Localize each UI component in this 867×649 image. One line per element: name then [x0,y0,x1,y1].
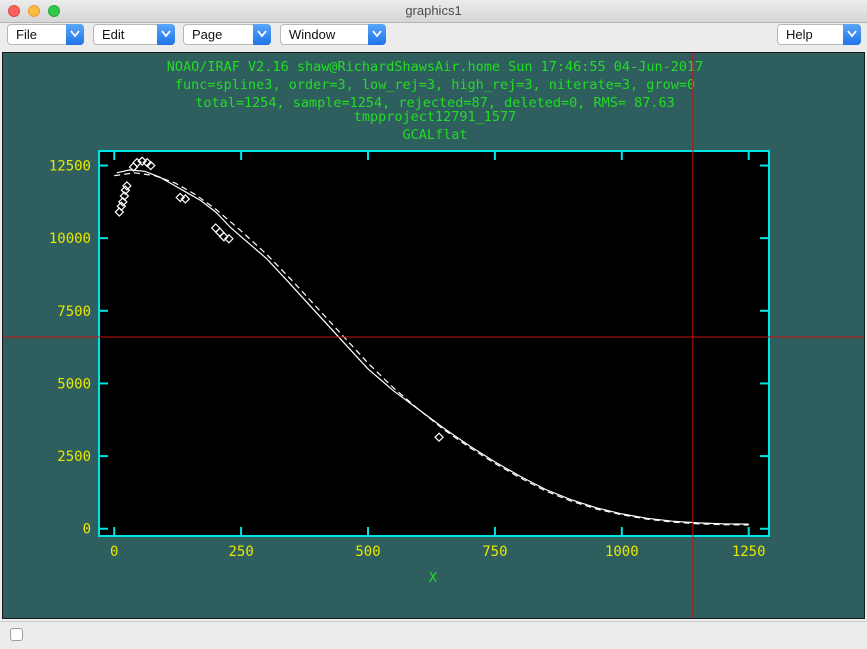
y-tick-label: 7500 [57,304,91,320]
y-tick-label: 12500 [49,159,91,175]
header-line-1: NOAO/IRAF V2.16 shaw@RichardShawsAir.hom… [167,59,703,75]
file-menu-label: File [16,27,37,42]
y-tick-label: 2500 [57,449,91,465]
chevron-down-icon [253,24,271,45]
window-menu-label: Window [289,27,336,42]
x-tick-label: 250 [228,544,253,560]
x-tick-label: 0 [110,544,118,560]
x-tick-label: 1000 [605,544,639,560]
page-menu[interactable]: Page [183,24,271,45]
help-menu[interactable]: Help [777,24,861,45]
plot-svg[interactable]: NOAO/IRAF V2.16 shaw@RichardShawsAir.hom… [3,53,864,618]
menubar: File Edit Page Window Help [0,23,867,48]
help-menu-label: Help [786,27,813,42]
y-tick-label: 0 [83,522,91,538]
chevron-down-icon [368,24,386,45]
file-menu[interactable]: File [7,24,84,45]
x-tick-label: 500 [355,544,380,560]
plot-area [98,150,770,537]
window-titlebar: graphics1 [0,0,867,23]
status-bar [0,621,867,649]
edit-menu[interactable]: Edit [93,24,175,45]
plot-header: NOAO/IRAF V2.16 shaw@RichardShawsAir.hom… [167,59,703,143]
window-menu[interactable]: Window [280,24,386,45]
chevron-down-icon [66,24,84,45]
x-axis-label: X [429,570,437,586]
x-tick-label: 750 [482,544,507,560]
y-tick-label: 5000 [57,376,91,392]
graphics-canvas[interactable]: NOAO/IRAF V2.16 shaw@RichardShawsAir.hom… [2,52,865,619]
chevron-down-icon [157,24,175,45]
header-line-2: func=spline3, order=3, low_rej=3, high_r… [175,77,695,93]
header-line-4: tmpproject12791_1577 [354,109,517,125]
edit-menu-label: Edit [102,27,125,42]
y-tick-label: 10000 [49,231,91,247]
x-tick-label: 1250 [732,544,766,560]
window-title: graphics1 [405,3,462,18]
chevron-down-icon [843,24,861,45]
status-checkbox[interactable] [10,628,23,641]
header-line-5: GCALflat [402,127,467,143]
page-menu-label: Page [192,27,223,42]
